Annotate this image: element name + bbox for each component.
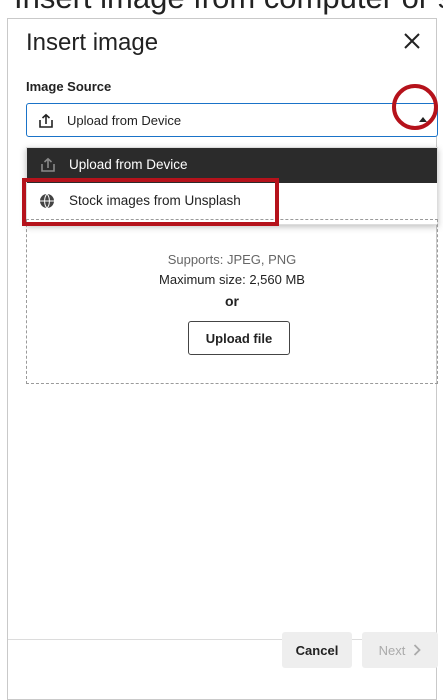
next-label: Next (378, 642, 406, 658)
or-separator: or (225, 293, 239, 309)
highlight-circle-annotation (392, 84, 438, 130)
close-button[interactable] (400, 29, 424, 53)
chevron-right-icon (414, 644, 422, 656)
dialog-title: Insert image (26, 29, 159, 56)
cancel-button[interactable]: Cancel (282, 632, 352, 668)
insert-image-dialog: Insert image Image Source Upload from De… (7, 18, 438, 700)
upload-file-button[interactable]: Upload file (188, 321, 290, 355)
selected-source-value: Upload from Device (67, 113, 182, 128)
top-caption-strip: Insert image from computer or stock imag… (0, 0, 443, 20)
top-caption-text: Insert image from computer or stock imag… (14, 0, 443, 16)
supported-formats-text: Supports: JPEG, PNG (167, 252, 297, 267)
upload-dropzone[interactable]: Supports: JPEG, PNG Maximum size: 2,560 … (26, 219, 438, 384)
image-source-label: Image Source (26, 79, 112, 94)
upload-icon (39, 157, 57, 178)
option-label: Upload from Device (69, 157, 188, 172)
upload-icon (37, 113, 55, 134)
max-size-text: Maximum size: 2,560 MB (159, 272, 305, 287)
image-source-select[interactable]: Upload from Device (26, 103, 438, 137)
close-icon (404, 33, 420, 49)
highlight-box-annotation (22, 178, 279, 226)
next-button[interactable]: Next (362, 632, 438, 668)
